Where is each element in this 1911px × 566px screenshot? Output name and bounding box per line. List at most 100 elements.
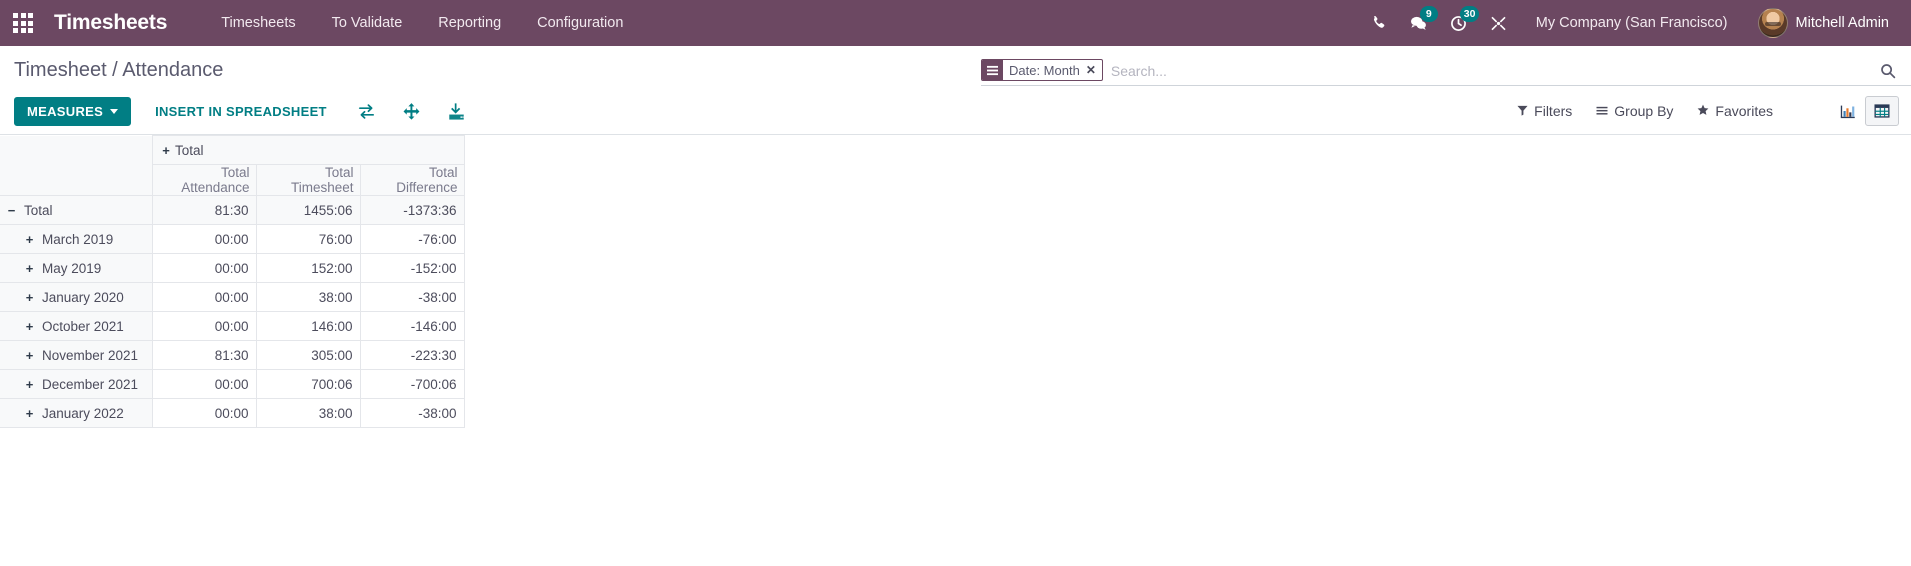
pivot-view-content: + Total Total Attendance Total Timesheet… — [0, 135, 1911, 521]
row-header-march-2019[interactable]: + March 2019 — [0, 224, 153, 254]
control-panel-right: Filters Group By Favorites — [1505, 96, 1899, 126]
cell-total-attendance[interactable]: 00:00 — [151, 398, 257, 428]
star-icon — [1697, 103, 1709, 119]
cell-total-timesheet[interactable]: 305:00 — [255, 340, 361, 370]
close-icon[interactable]: ✕ — [1084, 60, 1102, 80]
cell-total-attendance[interactable]: 00:00 — [151, 253, 257, 283]
view-switcher — [1831, 96, 1899, 126]
expand-toggle-icon[interactable]: + — [24, 377, 35, 392]
search-facet-date-month[interactable]: Date: Month ✕ — [981, 59, 1103, 81]
table-row: − Total 81:30 1455:06 -1373:36 — [0, 195, 465, 225]
avatar — [1757, 8, 1788, 38]
messages-icon[interactable]: 9 — [1400, 0, 1438, 46]
favorites-label: Favorites — [1715, 103, 1773, 119]
control-panel-top-row: Timesheet / Attendance Date: Month ✕ — [0, 46, 1911, 90]
pivot-corner-cell-2 — [0, 164, 153, 196]
pivot-col-group-label: Total — [175, 142, 204, 158]
row-header-total[interactable]: − Total — [0, 195, 153, 225]
cell-total-timesheet[interactable]: 38:00 — [255, 398, 361, 428]
company-switcher[interactable]: My Company (San Francisco) — [1524, 1, 1740, 45]
favorites-dropdown[interactable]: Favorites — [1685, 97, 1785, 125]
search-view: Date: Month ✕ — [981, 56, 1911, 86]
group-by-bars-icon — [982, 60, 1003, 80]
pivot-col-group-row: + Total — [0, 135, 465, 165]
graph-view-button[interactable] — [1831, 96, 1865, 126]
cell-total-attendance[interactable]: 81:30 — [151, 340, 257, 370]
expand-toggle-icon[interactable]: + — [24, 290, 35, 305]
cell-total-timesheet[interactable]: 152:00 — [255, 253, 361, 283]
row-label: Total — [24, 202, 53, 218]
row-label: March 2019 — [42, 231, 114, 247]
cell-total-difference[interactable]: -76:00 — [359, 224, 465, 254]
developer-tools-icon[interactable] — [1480, 0, 1518, 46]
user-menu[interactable]: Mitchell Admin — [1752, 2, 1897, 44]
apps-grid-icon[interactable] — [10, 10, 36, 36]
expand-toggle-icon[interactable]: + — [24, 319, 35, 334]
menu-item-reporting[interactable]: Reporting — [420, 1, 519, 45]
cell-total-difference[interactable]: -223:30 — [359, 340, 465, 370]
cell-total-timesheet[interactable]: 146:00 — [255, 311, 361, 341]
activities-clock-icon[interactable]: 30 — [1440, 0, 1480, 46]
phone-icon[interactable] — [1360, 0, 1398, 46]
menu-item-timesheets[interactable]: Timesheets — [203, 1, 313, 45]
cell-total-attendance[interactable]: 00:00 — [151, 369, 257, 399]
row-header-january-2022[interactable]: + January 2022 — [0, 398, 153, 428]
expand-toggle-icon[interactable]: + — [161, 143, 172, 158]
pivot-col-group-total[interactable]: + Total — [151, 135, 465, 165]
messages-badge: 9 — [1419, 6, 1438, 22]
group-by-dropdown[interactable]: Group By — [1584, 97, 1685, 125]
expand-all-icon[interactable] — [394, 97, 429, 126]
menu-item-configuration[interactable]: Configuration — [519, 1, 641, 45]
filter-funnel-icon — [1517, 103, 1528, 119]
measures-button[interactable]: MEASURES — [14, 96, 132, 126]
row-label: November 2021 — [42, 347, 139, 363]
cell-total-timesheet[interactable]: 38:00 — [255, 282, 361, 312]
cell-total-attendance[interactable]: 00:00 — [151, 311, 257, 341]
table-row: + October 2021 00:00 146:00 -146:00 — [0, 311, 465, 341]
pivot-table-body: − Total 81:30 1455:06 -1373:36 + March 2… — [0, 195, 465, 428]
cell-total-timesheet[interactable]: 1455:06 — [255, 195, 361, 225]
expand-toggle-icon[interactable]: + — [24, 261, 35, 276]
app-brand-title[interactable]: Timesheets — [46, 11, 175, 35]
cell-total-attendance[interactable]: 81:30 — [151, 195, 257, 225]
pivot-view-button[interactable] — [1865, 96, 1899, 126]
row-header-november-2021[interactable]: + November 2021 — [0, 340, 153, 370]
cell-total-attendance[interactable]: 00:00 — [151, 224, 257, 254]
control-panel-bottom-row: MEASURES INSERT IN SPREADSHEET Filters G… — [0, 90, 1911, 134]
measure-header-total-difference[interactable]: Total Difference — [359, 164, 465, 196]
collapse-toggle-icon[interactable]: − — [6, 203, 17, 218]
flip-axis-icon[interactable] — [349, 97, 384, 126]
insert-in-spreadsheet-button[interactable]: INSERT IN SPREADSHEET — [143, 98, 339, 125]
cell-total-difference[interactable]: -1373:36 — [359, 195, 465, 225]
search-input[interactable] — [1102, 56, 1875, 85]
row-label: October 2021 — [42, 318, 124, 334]
row-header-december-2021[interactable]: + December 2021 — [0, 369, 153, 399]
expand-toggle-icon[interactable]: + — [24, 348, 35, 363]
row-header-october-2021[interactable]: + October 2021 — [0, 311, 153, 341]
cell-total-attendance[interactable]: 00:00 — [151, 282, 257, 312]
row-header-may-2019[interactable]: + May 2019 — [0, 253, 153, 283]
table-row: + March 2019 00:00 76:00 -76:00 — [0, 224, 465, 254]
search-icon[interactable] — [1875, 56, 1901, 85]
cell-total-timesheet[interactable]: 76:00 — [255, 224, 361, 254]
cell-total-difference[interactable]: -700:06 — [359, 369, 465, 399]
cell-total-difference[interactable]: -152:00 — [359, 253, 465, 283]
filters-dropdown[interactable]: Filters — [1505, 97, 1584, 125]
download-xlsx-icon[interactable] — [439, 97, 474, 126]
breadcrumb: Timesheet / Attendance — [14, 59, 224, 81]
expand-toggle-icon[interactable]: + — [24, 406, 35, 421]
expand-toggle-icon[interactable]: + — [24, 232, 35, 247]
row-label: January 2022 — [42, 405, 124, 421]
pivot-measure-row: Total Attendance Total Timesheet Total D… — [0, 164, 465, 196]
menu-item-to-validate[interactable]: To Validate — [314, 1, 421, 45]
measure-header-total-timesheet[interactable]: Total Timesheet — [255, 164, 361, 196]
table-row: + November 2021 81:30 305:00 -223:30 — [0, 340, 465, 370]
cell-total-difference[interactable]: -146:00 — [359, 311, 465, 341]
cell-total-difference[interactable]: -38:00 — [359, 282, 465, 312]
cell-total-timesheet[interactable]: 700:06 — [255, 369, 361, 399]
cell-total-difference[interactable]: -38:00 — [359, 398, 465, 428]
row-header-january-2020[interactable]: + January 2020 — [0, 282, 153, 312]
search-facet-label: Date: Month — [1009, 62, 1080, 78]
measure-header-total-attendance[interactable]: Total Attendance — [151, 164, 257, 196]
row-label: January 2020 — [42, 289, 124, 305]
